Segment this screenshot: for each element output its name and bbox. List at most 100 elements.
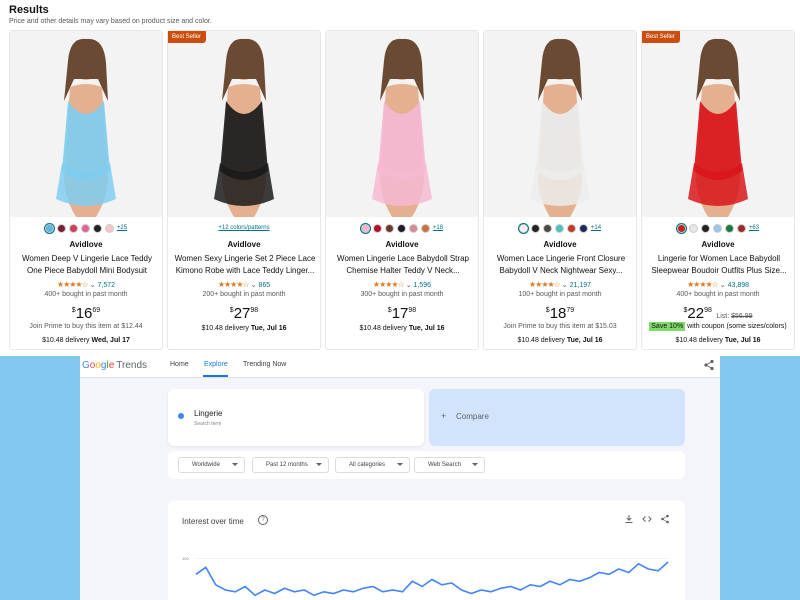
compare-card[interactable]: + Compare [429,389,685,446]
color-swatch[interactable] [518,223,528,233]
product-rating[interactable]: ★★★★☆ ⌄ 865 [168,280,320,289]
prime-offer[interactable]: Join Prime to buy this item at $12.44 [10,323,162,330]
product-title[interactable]: Lingerie for Women Lace Babydoll Sleepwe… [648,253,790,277]
price-fraction: 98 [704,307,712,314]
product-image[interactable] [326,31,478,217]
search-term-card[interactable]: Lingerie Search term [168,389,424,446]
term-color-dot [178,413,184,419]
logo-letter: e [108,360,115,371]
time-range-dropdown[interactable]: Past 12 months [252,457,329,473]
product-rating[interactable]: ★★★★☆ ⌄ 21,197 [484,280,636,289]
color-swatch[interactable] [688,223,698,233]
color-swatch[interactable] [542,223,552,233]
product-image[interactable] [168,31,320,217]
review-count[interactable]: 43,898 [728,282,749,289]
trends-top-bar: Google Trends Home Explore Trending Now [80,356,720,378]
color-swatch[interactable] [700,223,710,233]
color-swatch[interactable] [736,223,746,233]
interest-over-time-card: Interest over time ? 10075 [168,501,685,600]
google-trends-logo[interactable]: Google Trends [82,360,147,371]
product-rating[interactable]: ★★★★☆ ⌄ 43,898 [642,280,794,289]
price-fraction: 69 [92,307,101,314]
region-value: Worldwide [192,462,220,468]
delivery-info: $10.48 delivery Tue, Jul 16 [168,325,320,332]
product-brand: Avidlove [69,240,103,249]
search-term[interactable]: Lingerie [194,409,222,418]
chevron-down-icon[interactable]: ⌄ [251,282,257,289]
color-swatch[interactable] [578,223,588,233]
color-swatch[interactable] [104,223,114,233]
review-count[interactable]: 865 [258,282,270,289]
color-swatch[interactable] [396,223,406,233]
price-whole: 18 [549,305,567,322]
review-count[interactable]: 1,596 [414,282,432,289]
series-line [195,561,669,597]
color-swatches: +12 colors/patterns [168,223,320,233]
product-image[interactable] [642,31,794,217]
color-swatch[interactable] [68,223,78,233]
color-swatch[interactable] [554,223,564,233]
color-swatch[interactable] [384,223,394,233]
color-swatch[interactable] [724,223,734,233]
product-rating[interactable]: ★★★★☆ ⌄ 7,572 [10,280,162,289]
color-swatch[interactable] [44,223,54,233]
more-colors-link[interactable]: +12 colors/patterns [218,225,269,231]
product-card[interactable]: +25 Avidlove Women Deep V Lingerie Lace Te… [9,30,163,350]
nav-explore[interactable]: Explore [204,361,228,368]
color-swatch[interactable] [56,223,66,233]
more-colors-link[interactable]: +25 [117,225,127,231]
product-card[interactable]: Best Seller +12 colors/patterns Avidlove Wo… [167,30,321,350]
search-type-dropdown[interactable]: Web Search [414,457,485,473]
category-dropdown[interactable]: All categories [335,457,410,473]
product-image[interactable] [484,31,636,217]
delivery-date: Tue, Jul 16 [250,325,287,332]
review-count[interactable]: 7,572 [98,282,116,289]
product-brand: Avidlove [227,240,261,249]
chevron-down-icon[interactable]: ⌄ [562,282,568,289]
product-rating[interactable]: ★★★★☆ ⌄ 1,596 [326,280,478,289]
product-card[interactable]: +14 Avidlove Women Lace Lingerie Front Clo… [483,30,637,350]
color-swatch[interactable] [372,223,382,233]
product-title[interactable]: Women Deep V Lingerie Lace Teddy One Pie… [16,253,158,277]
color-swatch[interactable] [676,223,686,233]
color-swatch[interactable] [360,223,370,233]
product-price[interactable]: $1798 [326,305,478,323]
color-swatch[interactable] [712,223,722,233]
coupon-text: with coupon (some sizes/colors) [687,323,787,330]
color-swatch[interactable] [566,223,576,233]
color-swatch[interactable] [420,223,430,233]
category-value: All categories [349,462,386,468]
product-price[interactable]: $1879 [484,305,636,323]
more-colors-link[interactable]: +63 [749,225,759,231]
more-colors-link[interactable]: +18 [433,225,443,231]
chevron-down-icon[interactable]: ⌄ [90,282,96,289]
product-title[interactable]: Women Sexy Lingerie Set 2 Piece Lace Kim… [174,253,316,277]
color-swatch[interactable] [408,223,418,233]
color-swatch[interactable] [530,223,540,233]
nav-trending-now[interactable]: Trending Now [243,361,286,368]
product-card[interactable]: Best Seller +63 Avidlove Lingerie for Women… [641,30,795,350]
nav-home[interactable]: Home [170,361,189,368]
color-swatch[interactable] [80,223,90,233]
product-title[interactable]: Women Lingerie Lace Babydoll Strap Chemi… [332,253,474,277]
product-brand: Avidlove [385,240,419,249]
prime-offer[interactable]: Join Prime to buy this item at $15.03 [484,323,636,330]
review-count[interactable]: 21,197 [570,282,591,289]
color-swatches: +25 [10,223,162,233]
more-colors-link[interactable]: +14 [591,225,601,231]
product-card[interactable]: +18 Avidlove Women Lingerie Lace Babydoll … [325,30,479,350]
product-title[interactable]: Women Lace Lingerie Front Closure Babydo… [490,253,632,277]
share-icon[interactable] [703,359,715,371]
product-price[interactable]: $2298 List: $56.99 [642,305,794,323]
region-dropdown[interactable]: Worldwide [178,457,245,473]
chevron-down-icon[interactable]: ⌄ [406,282,412,289]
color-swatch[interactable] [92,223,102,233]
coupon-line[interactable]: Save 10% with coupon (some sizes/colors) [642,322,794,331]
product-image[interactable] [10,31,162,217]
product-brand: Avidlove [543,240,577,249]
delivery-info: $10.48 delivery Tue, Jul 16 [326,325,478,332]
chevron-down-icon[interactable]: ⌄ [720,282,726,289]
product-price[interactable]: $2798 [168,305,320,323]
product-price[interactable]: $1669 [10,305,162,323]
color-swatches: +63 [642,223,794,233]
